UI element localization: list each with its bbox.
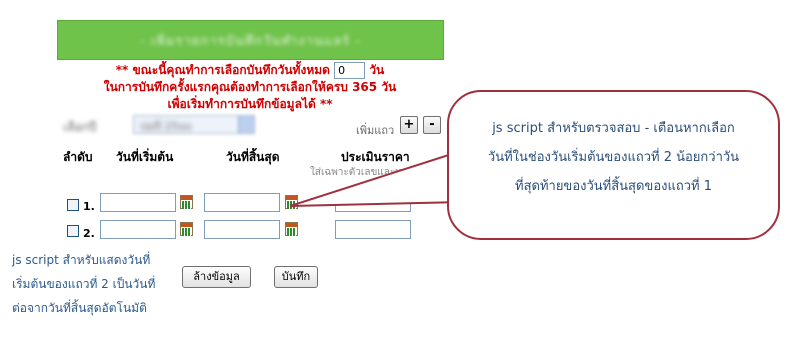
- page-banner: - เพิ่มรายการบันทึกวันทำงานแลร์ -: [57, 20, 444, 60]
- row-2-number: 2.: [83, 227, 95, 240]
- notice: ** ขณะนี้คุณทำการเลือกบันทึกวันทั้งหมด 0…: [95, 62, 405, 113]
- bubble-line1: js script สำหรับตรวจสอบ - เตือนหากเลือก: [492, 121, 735, 136]
- column-end-date: วันที่สิ้นสุด: [226, 150, 280, 164]
- notice-line1: ** ขณะนี้คุณทำการเลือกบันทึกวันทั้งหมด 0…: [95, 62, 405, 79]
- chevron-down-icon: [238, 116, 254, 133]
- clear-data-button[interactable]: ล้างข้อมูล: [182, 266, 251, 288]
- calendar-icon[interactable]: [285, 222, 298, 236]
- add-row-label: เพิ่มแถว: [356, 124, 395, 137]
- bubble-annotation: js script สำหรับตรวจสอบ - เตือนหากเลือก …: [461, 114, 766, 201]
- remove-row-button[interactable]: -: [423, 116, 441, 134]
- row-1-number: 1.: [83, 200, 95, 213]
- banner-title: - เพิ่มรายการบันทึกวันทำงานแลร์ -: [140, 33, 361, 49]
- bubble-line2: วันที่ในช่องวันเริ่มต้นของแถวที่ 2 น้อยก…: [487, 150, 740, 165]
- notice-line1-suffix: วัน: [369, 63, 385, 77]
- left-annotation-line3: ต่อจากวันที่สิ้นสุดอัตโนมัติ: [12, 301, 147, 315]
- calendar-icon[interactable]: [180, 222, 193, 236]
- bubble-line3: ที่สุดท้ายของวันที่สิ้นสุดของแถวที่ 1: [515, 179, 712, 194]
- year-filter-label: เลือกปี: [63, 120, 97, 134]
- calendar-icon[interactable]: [180, 195, 193, 209]
- notice-line1-prefix: ** ขณะนี้คุณทำการเลือกบันทึกวันทั้งหมด: [115, 63, 330, 77]
- year-select[interactable]: บ่มปี 25xx: [133, 115, 255, 134]
- row-1-end-date-input[interactable]: [204, 193, 280, 212]
- row-2-start-date-input[interactable]: [100, 220, 176, 239]
- column-start-date: วันที่เริ่มต้น: [116, 150, 174, 164]
- save-button[interactable]: บันทึก: [274, 266, 318, 288]
- column-order: ลำดับ: [63, 150, 93, 164]
- notice-line3: เพื่อเริ่มทำการบันทึกข้อมูลได้ **: [167, 97, 333, 111]
- row-1-start-date-input[interactable]: [100, 193, 176, 212]
- row-2-checkbox[interactable]: [67, 225, 79, 237]
- left-annotation: js script สำหรับแสดงวันที่ เริ่มต้นของแถ…: [12, 248, 182, 320]
- notice-line2: ในการบันทึกครั้งแรกคุณต้องทำการเลือกให้ค…: [103, 80, 397, 94]
- selected-days-count: 0: [334, 62, 366, 79]
- left-annotation-line2: เริ่มต้นของแถวที่ 2 เป็นวันที่: [12, 277, 156, 291]
- add-row-button[interactable]: +: [400, 116, 418, 134]
- left-annotation-line1: js script สำหรับแสดงวันที่: [12, 253, 151, 267]
- row-1-checkbox[interactable]: [67, 199, 79, 211]
- row-2-end-date-input[interactable]: [204, 220, 280, 239]
- year-select-value: บ่มปี 25xx: [140, 120, 192, 133]
- callout-pointer: [290, 150, 465, 207]
- row-2-estimate-input[interactable]: [335, 220, 411, 239]
